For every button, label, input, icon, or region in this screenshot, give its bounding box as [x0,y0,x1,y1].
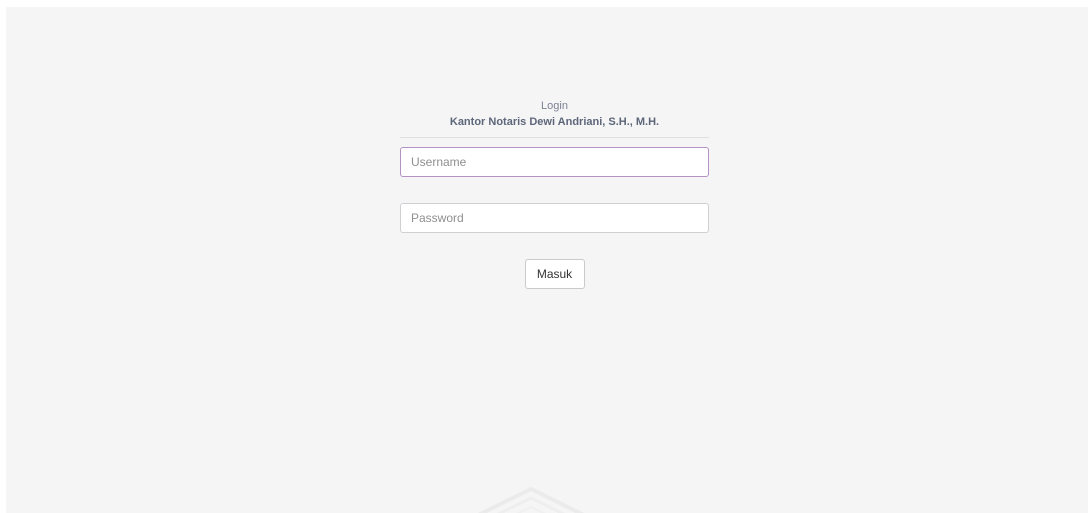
password-input[interactable] [400,203,709,233]
divider [400,137,709,138]
page-background: Login Kantor Notaris Dewi Andriani, S.H.… [6,7,1088,513]
watermark-logo-icon [477,486,585,513]
login-heading: Login [541,100,568,112]
submit-row: Masuk [400,259,709,289]
office-name: Kantor Notaris Dewi Andriani, S.H., M.H. [449,116,660,128]
login-button[interactable]: Masuk [524,259,585,289]
username-input[interactable] [400,147,709,177]
login-form: Login Kantor Notaris Dewi Andriani, S.H.… [400,99,709,289]
